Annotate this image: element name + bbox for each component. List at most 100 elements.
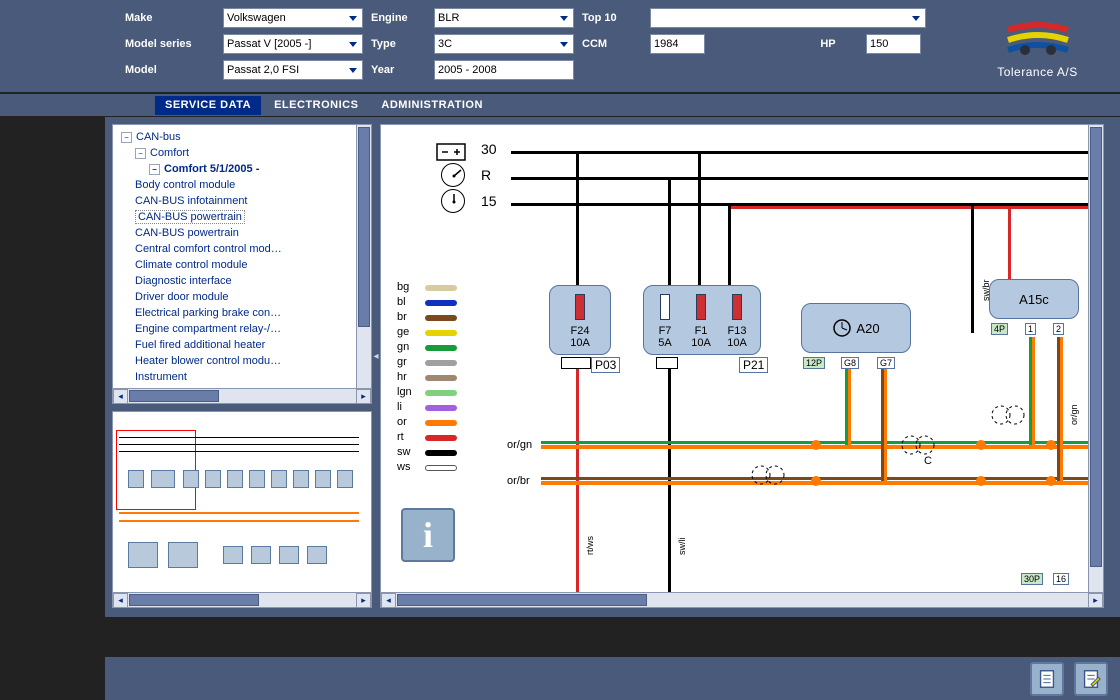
model-select[interactable]: Passat 2,0 FSI <box>223 60 363 80</box>
fusebox-p21-label: P21 <box>739 357 768 373</box>
conn-30p: 30P <box>1021 573 1043 585</box>
year-label: Year <box>371 64 426 76</box>
year-field[interactable] <box>434 60 574 80</box>
series-select[interactable]: Passat V [2005 -] <box>223 34 363 54</box>
legend-row: sw <box>397 445 457 460</box>
tree-item[interactable]: Central comfort control mod… <box>121 241 367 257</box>
top10-select[interactable] <box>650 8 926 28</box>
tree-item[interactable]: Engine compartment relay-/… <box>121 321 367 337</box>
make-label: Make <box>125 12 215 24</box>
gauge-icon <box>441 163 465 187</box>
module-a20-label: A20 <box>856 321 879 336</box>
brand-name: Tolerance A/S <box>955 65 1120 79</box>
hp-field[interactable] <box>866 34 921 54</box>
tree-item[interactable]: Fuel fired additional heater <box>121 337 367 353</box>
make-select[interactable]: Volkswagen <box>223 8 363 28</box>
module-a15c[interactable]: A15c <box>989 279 1079 319</box>
gauge-icon <box>441 189 465 213</box>
twist-icon <box>991 395 1031 435</box>
tree-item[interactable]: Heater blower control modu… <box>121 353 367 369</box>
tree-item[interactable]: Instrument <box>121 369 367 385</box>
fusebox-p03[interactable]: F24 10A <box>549 285 611 355</box>
tree-root[interactable]: CAN-bus <box>121 129 367 145</box>
fusebox-p21[interactable]: F7 5A F1 10A F13 10A <box>643 285 761 355</box>
legend-row: br <box>397 310 457 325</box>
color-legend: bgblbrgegngrhrlgnliorrtswws <box>397 280 457 475</box>
tree-group[interactable]: Comfort <box>121 145 367 161</box>
twist-c-label: C <box>924 455 932 467</box>
tab-service-data[interactable]: SERVICE DATA <box>155 96 261 115</box>
legend-row: rt <box>397 430 457 445</box>
diagram-panel[interactable]: 30 R 15 sw/br <box>380 124 1104 608</box>
tab-electronics[interactable]: ELECTRONICS <box>264 96 368 115</box>
fusebox-p03-label: P03 <box>591 357 620 373</box>
legend-row: bg <box>397 280 457 295</box>
tree-hscroll[interactable]: ◂ ▸ <box>113 388 371 403</box>
legend-row: li <box>397 400 457 415</box>
legend-row: gr <box>397 355 457 370</box>
tree-item[interactable]: CAN-BUS powertrain <box>121 225 367 241</box>
type-label: Type <box>371 38 426 50</box>
document-icon <box>1036 668 1058 690</box>
diagram-vscroll[interactable] <box>1088 125 1103 592</box>
conn-16: 16 <box>1053 573 1069 585</box>
legend-row: bl <box>397 295 457 310</box>
module-a20[interactable]: A20 <box>801 303 911 353</box>
tree-subgroup[interactable]: Comfort 5/1/2005 - <box>121 161 367 177</box>
tree-item[interactable]: Electrical parking brake con… <box>121 305 367 321</box>
tree-vscroll[interactable] <box>356 125 371 388</box>
model-label: Model <box>125 64 215 76</box>
overview-hscroll[interactable]: ◂ ▸ <box>113 592 371 607</box>
info-icon: i <box>423 514 433 556</box>
diagram-hscroll[interactable]: ◂ ▸ <box>381 592 1103 607</box>
legend-row: hr <box>397 370 457 385</box>
legend-row: lgn <box>397 385 457 400</box>
wire-swli-label: sw/li <box>677 538 687 556</box>
top10-label: Top 10 <box>582 12 642 24</box>
ccm-field[interactable] <box>650 34 705 54</box>
legend-row: or <box>397 415 457 430</box>
legend-row: gn <box>397 340 457 355</box>
ccm-label: CCM <box>582 38 642 50</box>
rail-15-label: 15 <box>481 193 497 209</box>
fuse-f24-amps: 10A <box>570 337 590 349</box>
hp-label: HP <box>798 38 858 50</box>
rail-30-label: 30 <box>481 141 497 157</box>
bus-or-br-label: or/br <box>507 475 530 487</box>
edit-document-icon <box>1080 668 1102 690</box>
main-tabs: SERVICE DATA ELECTRONICS ADMINISTRATION <box>0 94 1120 116</box>
twist-icon <box>751 455 791 495</box>
footer-bar <box>105 657 1120 700</box>
brand-logo: Tolerance A/S <box>955 8 1120 92</box>
wire-rtws-label: rt/ws <box>585 536 595 555</box>
clock-icon <box>832 318 852 338</box>
engine-label: Engine <box>371 12 426 24</box>
document-button[interactable] <box>1030 662 1064 696</box>
series-label: Model series <box>125 38 215 50</box>
twist-icon <box>901 425 941 465</box>
work-area: ◂ CAN-bus Comfort Comfort 5/1/2005 - Bod… <box>105 117 1120 617</box>
tab-administration[interactable]: ADMINISTRATION <box>371 96 493 115</box>
tree-item[interactable]: CAN-BUS powertrain <box>121 209 367 225</box>
legend-row: ws <box>397 460 457 475</box>
overview-panel[interactable]: ◂ ▸ <box>112 411 372 608</box>
tree-panel: CAN-bus Comfort Comfort 5/1/2005 - Body … <box>112 124 372 404</box>
fuse-f24-name: F24 <box>571 325 590 337</box>
tree-item[interactable]: CAN-BUS infotainment <box>121 193 367 209</box>
legend-row: ge <box>397 325 457 340</box>
edit-document-button[interactable] <box>1074 662 1108 696</box>
tree-item[interactable]: Climate control module <box>121 257 367 273</box>
wire-orgn-label: or/gn <box>1069 404 1079 425</box>
tree-item[interactable]: Driver door module <box>121 289 367 305</box>
logo-icon <box>1003 18 1073 58</box>
battery-icon <box>436 143 466 163</box>
engine-select[interactable]: BLR <box>434 8 574 28</box>
rail-R-label: R <box>481 167 491 183</box>
tree-item[interactable]: Diagnostic interface <box>121 273 367 289</box>
module-a15c-label: A15c <box>1019 292 1049 307</box>
info-button[interactable]: i <box>401 508 455 562</box>
type-select[interactable]: 3C <box>434 34 574 54</box>
bus-or-gn-label: or/gn <box>507 439 532 451</box>
tree-item[interactable]: Body control module <box>121 177 367 193</box>
filter-bar: Make Volkswagen Engine BLR Top 10 Model … <box>0 0 1120 94</box>
